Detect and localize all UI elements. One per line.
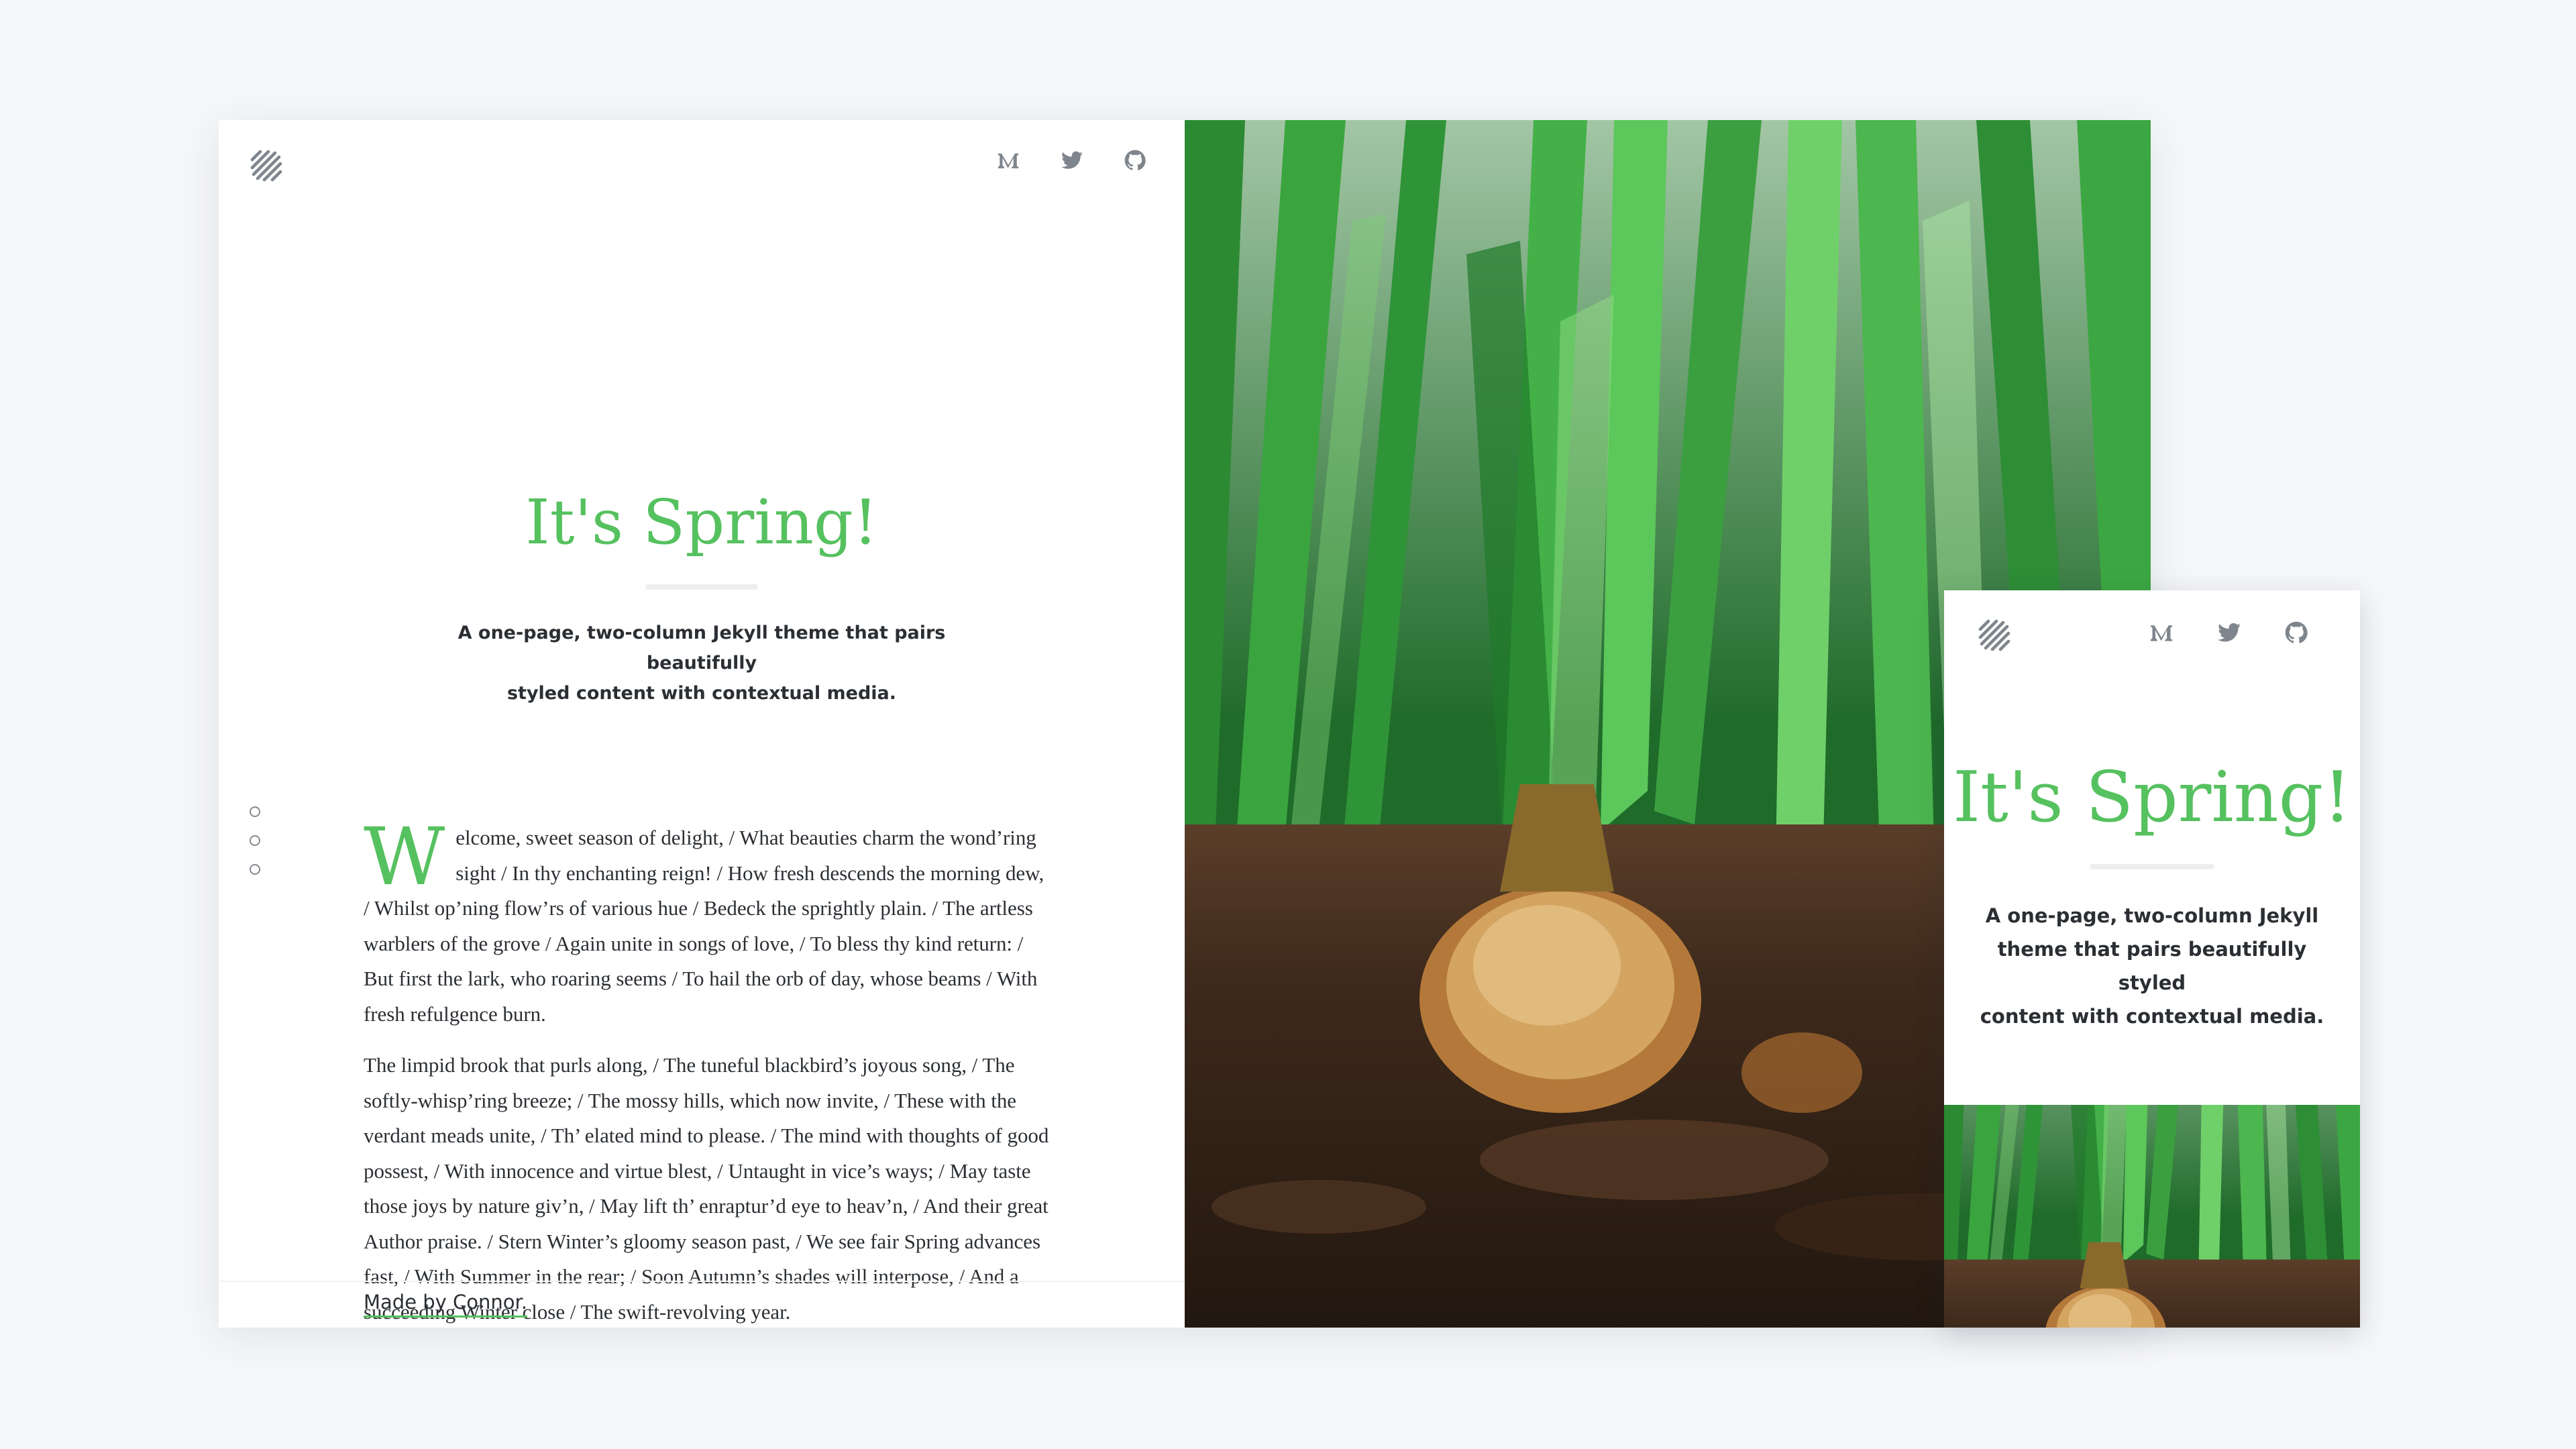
logo-icon[interactable] [250, 149, 287, 186]
page-title: It's Spring! [525, 486, 878, 558]
mobile-tagline: A one-page, two-column Jekyll theme that… [1980, 904, 2324, 1028]
mobile-mockup: It's Spring! A one-page, two-column Jeky… [1944, 590, 2360, 1328]
mobile-page-title: It's Spring! [1952, 756, 2352, 838]
github-icon[interactable] [1124, 150, 1146, 171]
footer-divider [219, 1281, 1185, 1282]
social-links [997, 150, 1146, 171]
paragraph-1: Welcome, sweet season of delight, / What… [364, 810, 1044, 1026]
title-divider [645, 584, 758, 590]
mobile-social-links [2149, 621, 2308, 644]
mobile-title-divider [2090, 864, 2214, 869]
section-dot-3[interactable] [250, 864, 260, 875]
desktop-mockup: It's Spring! A one-page, two-column Jeky… [219, 120, 2151, 1328]
tagline: A one-page, two-column Jekyll theme that… [458, 623, 946, 704]
drop-cap: W [364, 810, 445, 903]
twitter-icon[interactable] [1061, 151, 1083, 170]
section-nav [250, 806, 260, 893]
medium-icon[interactable] [997, 150, 1020, 170]
section-dot-2[interactable] [250, 835, 260, 846]
article-content: Welcome, sweet season of delight, / What… [364, 810, 1055, 1328]
paragraph-2: The limpid brook that purls along, / The… [364, 1053, 1049, 1324]
mobile-github-icon[interactable] [2285, 621, 2308, 644]
mobile-medium-icon[interactable] [2149, 622, 2174, 643]
mobile-twitter-icon[interactable] [2218, 623, 2241, 643]
content-column: It's Spring! A one-page, two-column Jeky… [219, 120, 1185, 1328]
section-dot-1[interactable] [250, 806, 260, 817]
mobile-hero-photo [1944, 1105, 2360, 1328]
mobile-logo-icon[interactable] [1978, 619, 2015, 656]
footer-credit-link[interactable]: Made by Connor. [364, 1289, 528, 1318]
